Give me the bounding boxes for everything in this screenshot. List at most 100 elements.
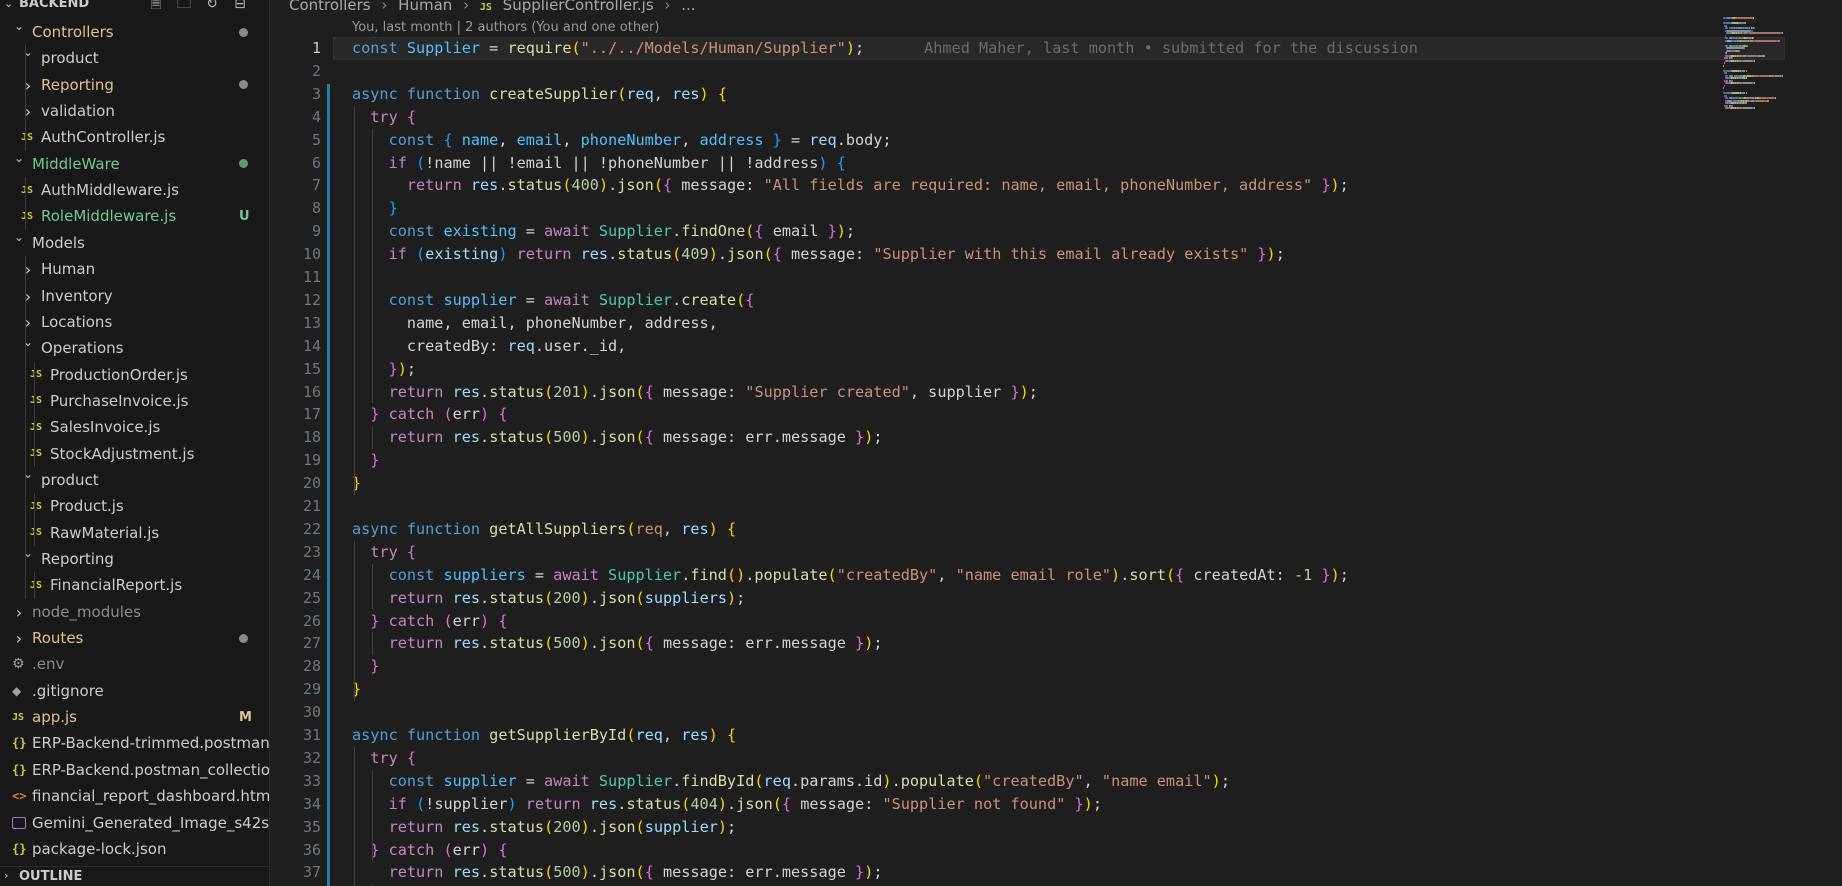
line-number[interactable]: 11 (271, 266, 321, 289)
tree-folder[interactable]: ⌄ Reporting (0, 546, 269, 572)
code-line[interactable]: return res.status(400).json({ message: "… (352, 174, 1349, 197)
code-line[interactable]: const Supplier = require("../../Models/H… (352, 37, 1418, 60)
tree-file[interactable]: JS PurchaseInvoice.js (0, 388, 269, 414)
tree-file[interactable]: Gemini_Generated_Image_s42s4... (0, 810, 269, 836)
line-number[interactable]: 34 (271, 793, 321, 816)
line-number[interactable]: 3 (271, 83, 321, 106)
line-number[interactable]: 27 (271, 632, 321, 655)
line-number[interactable]: 25 (271, 587, 321, 610)
code-line[interactable]: } (352, 449, 379, 472)
code-line[interactable]: return res.status(500).json({ message: e… (352, 632, 883, 655)
line-number[interactable]: 7 (271, 174, 321, 197)
tree-file[interactable]: JS StockAdjustment.js (0, 441, 269, 467)
code-line[interactable]: try { (352, 106, 416, 129)
codelens-authors[interactable]: You, last month | 2 authors (You and one… (352, 20, 659, 35)
collapse-all-icon[interactable]: ⊟ (232, 0, 248, 12)
line-number[interactable]: 32 (271, 747, 321, 770)
line-number[interactable]: 6 (271, 152, 321, 175)
code-editor[interactable]: Controllers › Human › JS SupplierControl… (271, 0, 1842, 886)
tree-folder[interactable]: › Locations (0, 309, 269, 335)
minimap[interactable] (1723, 17, 1833, 157)
line-number[interactable]: 13 (271, 312, 321, 335)
tree-file[interactable]: {} ERP-Backend.postman_collectio... (0, 757, 269, 783)
line-number[interactable]: 31 (271, 724, 321, 747)
line-number[interactable]: 17 (271, 403, 321, 426)
tree-folder[interactable]: ⌄ product (0, 467, 269, 493)
code-line[interactable]: const suppliers = await Supplier.find().… (352, 564, 1349, 587)
line-number[interactable]: 24 (271, 564, 321, 587)
line-number[interactable]: 14 (271, 335, 321, 358)
chevron-down-icon[interactable]: ⌄ (4, 0, 13, 10)
line-number[interactable]: 5 (271, 129, 321, 152)
tree-file[interactable]: {} ERP-Backend-trimmed.postman_... (0, 730, 269, 756)
line-number[interactable]: 12 (271, 289, 321, 312)
tree-file[interactable]: JS app.js M (0, 704, 269, 730)
tree-file[interactable]: JS ProductionOrder.js (0, 362, 269, 388)
code-line[interactable]: async function getSupplierById(req, res)… (352, 724, 736, 747)
line-number[interactable]: 4 (271, 106, 321, 129)
line-number[interactable]: 23 (271, 541, 321, 564)
tree-file[interactable]: <> financial_report_dashboard.html (0, 783, 269, 809)
refresh-icon[interactable]: ↻ (204, 0, 220, 12)
line-number[interactable]: 33 (271, 770, 321, 793)
tree-file[interactable]: JS RoleMiddleware.js U (0, 203, 269, 229)
code-line[interactable]: name, email, phoneNumber, address, (352, 312, 718, 335)
line-number[interactable]: 20 (271, 472, 321, 495)
line-number[interactable]: 15 (271, 358, 321, 381)
code-line[interactable]: if (existing) return res.status(409).jso… (352, 243, 1285, 266)
tree-file[interactable]: JS AuthMiddleware.js (0, 177, 269, 203)
code-line[interactable]: const supplier = await Supplier.create({ (352, 289, 755, 312)
tree-file[interactable]: {} package-lock.json (0, 836, 269, 862)
tree-file[interactable]: JS SalesInvoice.js (0, 414, 269, 440)
code-line[interactable]: if (!name || !email || !phoneNumber || !… (352, 152, 846, 175)
line-number[interactable]: 8 (271, 197, 321, 220)
new-file-icon[interactable]: 🗎 (148, 0, 164, 12)
line-number[interactable]: 22 (271, 518, 321, 541)
line-number[interactable]: 1 (271, 37, 321, 60)
line-number[interactable]: 2 (271, 60, 321, 83)
line-number[interactable]: 36 (271, 839, 321, 862)
explorer-title[interactable]: BACKEND (19, 0, 89, 11)
tree-folder[interactable]: › Reporting (0, 72, 269, 98)
tree-folder[interactable]: › Inventory (0, 283, 269, 309)
inline-git-blame[interactable]: Ahmed Maher, last month • submitted for … (924, 39, 1418, 57)
line-number[interactable]: 29 (271, 678, 321, 701)
code-line[interactable]: } catch (err) { (352, 403, 507, 426)
line-number[interactable]: 21 (271, 495, 321, 518)
tree-folder[interactable]: ⌄ MiddleWare (0, 151, 269, 177)
breadcrumb-item-file[interactable]: SupplierController.js (503, 0, 654, 14)
code-line[interactable]: return res.status(201).json({ message: "… (352, 381, 1038, 404)
tree-folder[interactable]: › node_modules (0, 599, 269, 625)
tree-folder[interactable]: ⌄ product (0, 45, 269, 71)
code-line[interactable]: }); (352, 358, 416, 381)
code-line[interactable]: async function getAllSuppliers(req, res)… (352, 518, 736, 541)
line-number[interactable]: 35 (271, 816, 321, 839)
code-line[interactable]: const { name, email, phoneNumber, addres… (352, 129, 892, 152)
git-change-indicator[interactable] (327, 84, 330, 886)
code-line[interactable]: const supplier = await Supplier.findById… (352, 770, 1230, 793)
code-line[interactable]: return res.status(500).json({ message: e… (352, 426, 883, 449)
line-number[interactable]: 30 (271, 701, 321, 724)
line-number[interactable]: 37 (271, 861, 321, 884)
tree-folder[interactable]: › Human (0, 256, 269, 282)
code-line[interactable]: const existing = await Supplier.findOne(… (352, 220, 855, 243)
line-number[interactable]: 16 (271, 381, 321, 404)
new-folder-icon[interactable]: 🗀 (176, 0, 192, 12)
line-number[interactable]: 10 (271, 243, 321, 266)
tree-file[interactable]: ◆ .gitignore (0, 678, 269, 704)
code-line[interactable]: async function createSupplier(req, res) … (352, 83, 727, 106)
tree-file[interactable]: ⚙ .env (0, 651, 269, 677)
tree-file[interactable]: JS Product.js (0, 493, 269, 519)
tree-folder[interactable]: ⌄ Operations (0, 335, 269, 361)
tree-folder[interactable]: › validation (0, 98, 269, 124)
code-line[interactable]: } catch (err) { (352, 610, 507, 633)
code-line[interactable]: return res.status(500).json({ message: e… (352, 861, 883, 884)
code-line[interactable]: if (!supplier) return res.status(404).js… (352, 793, 1102, 816)
code-line[interactable]: } (352, 655, 379, 678)
line-number[interactable]: 19 (271, 449, 321, 472)
outline-panel-header[interactable]: › OUTLINE (0, 866, 269, 886)
code-line[interactable]: return res.status(200).json(supplier); (352, 816, 737, 839)
code-line[interactable]: } (352, 197, 398, 220)
code-line[interactable]: try { (352, 747, 416, 770)
tree-file[interactable]: JS RawMaterial.js (0, 520, 269, 546)
